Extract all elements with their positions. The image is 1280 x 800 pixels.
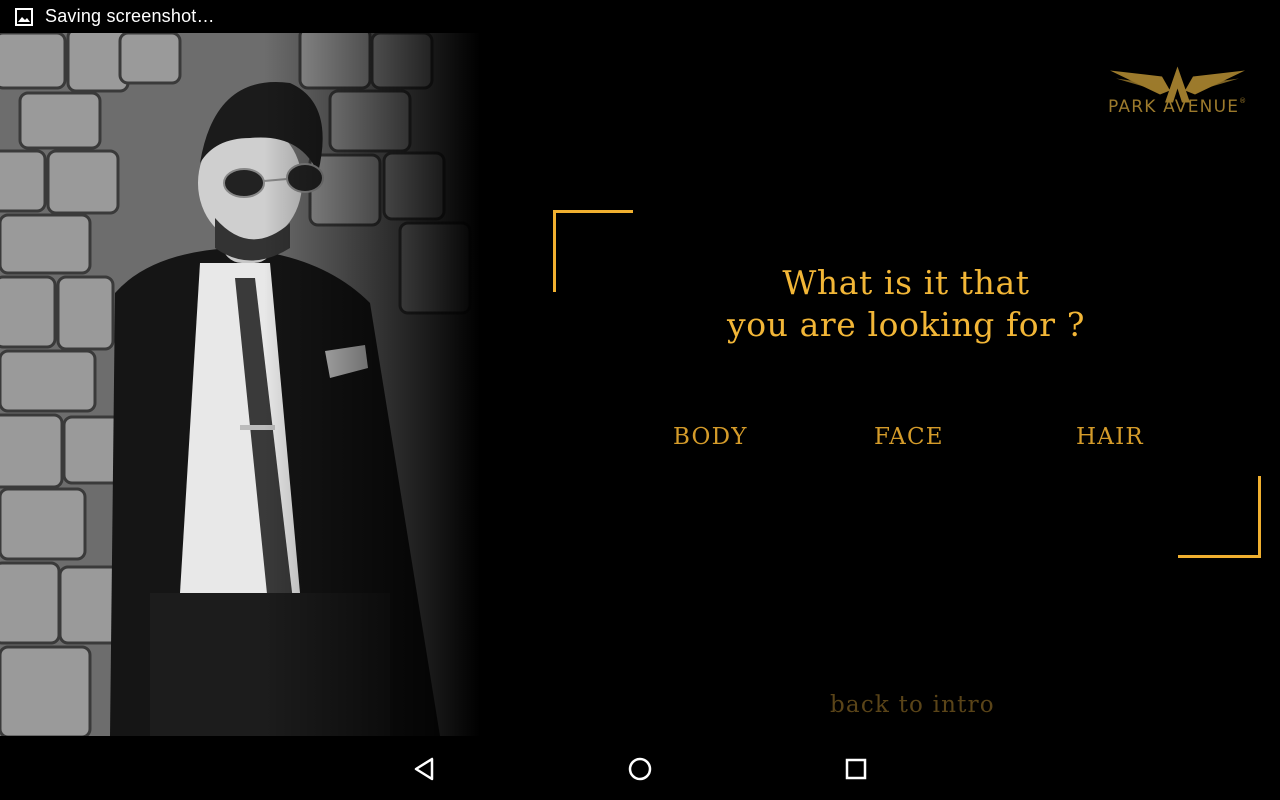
option-face[interactable]: FACE bbox=[874, 424, 944, 450]
frame-corner-bottom-right bbox=[1178, 476, 1261, 558]
navigation-bar bbox=[0, 736, 1280, 800]
back-to-intro-link[interactable]: back to intro bbox=[830, 692, 995, 718]
question-line-2: you are looking for ? bbox=[726, 305, 1086, 344]
brand-name: PARK AVENUE® bbox=[1108, 97, 1248, 117]
triangle-back-icon[interactable] bbox=[410, 754, 440, 784]
question-heading: What is it that you are looking for ? bbox=[700, 262, 1112, 346]
category-options: BODY FACE HAIR bbox=[0, 424, 1280, 456]
frame-corner-top-left bbox=[553, 210, 633, 292]
status-bar: Saving screenshot… bbox=[0, 0, 1280, 33]
option-hair[interactable]: HAIR bbox=[1076, 424, 1144, 450]
image-icon bbox=[15, 7, 33, 26]
hero-photo bbox=[0, 33, 480, 736]
question-line-1: What is it that bbox=[782, 263, 1030, 302]
circle-home-icon[interactable] bbox=[625, 754, 655, 784]
square-recents-icon[interactable] bbox=[841, 754, 871, 784]
status-text: Saving screenshot… bbox=[45, 6, 215, 26]
option-body[interactable]: BODY bbox=[673, 424, 748, 450]
